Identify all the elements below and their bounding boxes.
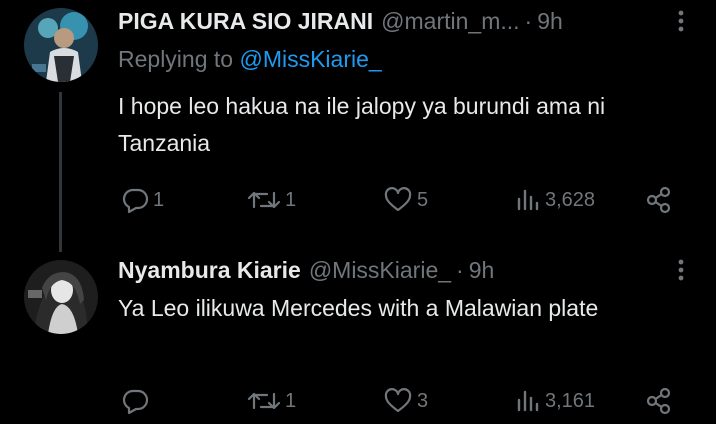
repost-icon [247, 388, 281, 414]
heart-icon [383, 187, 413, 213]
tweet-text: Ya Leo ilikuwa Mercedes with a Malawian … [118, 295, 599, 321]
views-button[interactable]: 3,161 [515, 383, 595, 419]
views-button[interactable]: 3,628 [515, 182, 595, 218]
share-icon [645, 186, 673, 214]
repost-button[interactable]: 1 [247, 182, 296, 218]
avatar[interactable] [24, 8, 98, 82]
tweet-header: Nyambura Kiarie @MissKiarie_ · 9h [118, 254, 656, 286]
reply-icon [121, 187, 149, 213]
timestamp[interactable]: 9h [537, 8, 563, 35]
display-name[interactable]: PIGA KURA SIO JIRANI [118, 8, 373, 35]
view-count: 3,628 [545, 188, 596, 211]
action-bar: 1 1 5 3,628 [0, 182, 716, 218]
share-icon [645, 387, 673, 415]
reply-button[interactable]: 1 [121, 182, 164, 218]
reply-button[interactable] [121, 383, 153, 419]
user-handle[interactable]: @MissKiarie_ [309, 257, 451, 284]
like-count: 5 [417, 188, 429, 211]
separator-dot: · [456, 256, 464, 283]
like-button[interactable]: 5 [383, 182, 428, 218]
timestamp[interactable]: 9h [469, 257, 495, 284]
repost-button[interactable]: 1 [247, 383, 296, 419]
share-button[interactable] [645, 383, 673, 419]
replying-to: Replying to @MissKiarie_ [118, 46, 382, 73]
more-icon[interactable] [670, 255, 692, 285]
display-name[interactable]: Nyambura Kiarie [118, 257, 301, 284]
avatar[interactable] [24, 260, 98, 334]
like-button[interactable]: 3 [383, 383, 428, 419]
user-handle[interactable]: @martin_m... [381, 8, 519, 35]
more-icon[interactable] [670, 6, 692, 36]
replying-prefix: Replying to [118, 46, 234, 72]
reply-count: 1 [153, 188, 165, 211]
tweet-reply-1[interactable]: PIGA KURA SIO JIRANI @martin_m... · 9h R… [0, 0, 716, 250]
tweet-text: I hope leo hakua na ile jalopy ya burund… [118, 93, 606, 156]
repost-count: 1 [285, 188, 297, 211]
share-button[interactable] [645, 182, 673, 218]
view-count: 3,161 [545, 389, 596, 412]
views-icon [515, 388, 541, 414]
separator-dot: · [524, 7, 533, 34]
action-bar: 1 3 3,161 [0, 383, 716, 419]
views-icon [515, 187, 541, 213]
repost-count: 1 [285, 389, 297, 412]
like-count: 3 [417, 389, 429, 412]
mention-link[interactable]: @MissKiarie_ [239, 46, 381, 72]
tweet-reply-2[interactable]: Nyambura Kiarie @MissKiarie_ · 9h Ya Leo… [0, 250, 716, 424]
repost-icon [247, 187, 281, 213]
tweet-header: PIGA KURA SIO JIRANI @martin_m... · 9h [118, 5, 656, 37]
reply-icon [121, 388, 149, 414]
heart-icon [383, 388, 413, 414]
